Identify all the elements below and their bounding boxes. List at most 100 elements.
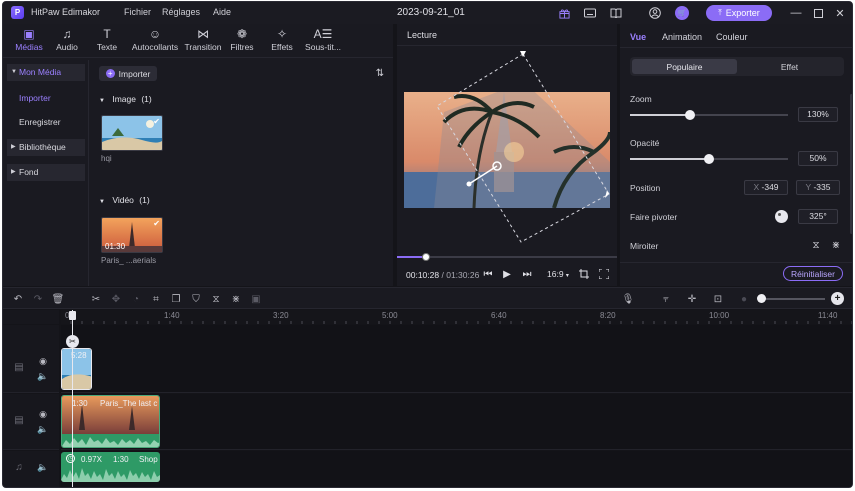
maximize-icon[interactable] [811, 6, 825, 20]
eye-icon[interactable]: ◉ [37, 355, 49, 367]
playback-progress[interactable] [397, 256, 617, 258]
undo-icon[interactable]: ↶ [11, 292, 25, 306]
segment-effet[interactable]: Effet [737, 59, 842, 74]
tab-sous-titres[interactable]: A☰ Sous-tit... [299, 27, 347, 57]
sidebar-item-fond[interactable]: ▶ Fond [7, 164, 85, 181]
rotate-value[interactable]: 325° [798, 209, 838, 224]
prev-frame-icon[interactable]: ⏮ [482, 267, 494, 281]
snap-icon[interactable]: ⫧ [659, 292, 673, 306]
aspect-ratio-select[interactable]: 16:9 ▾ [547, 269, 569, 279]
split-view-icon[interactable]: ✛ [685, 292, 699, 306]
sort-icon[interactable]: ⇅ [373, 66, 387, 80]
image-clip[interactable]: 5:28 [61, 348, 92, 390]
duplicate-icon[interactable]: ❐ [169, 292, 183, 306]
film-icon: ▤ [14, 414, 24, 426]
zoom-slider-knob[interactable] [685, 110, 696, 120]
sidebar-item-enregistrer[interactable]: Enregistrer [7, 114, 85, 131]
eye-icon[interactable]: ◉ [37, 408, 49, 420]
redo-icon[interactable]: ↷ [31, 292, 45, 306]
gift-icon[interactable] [557, 6, 571, 20]
track-audio[interactable] [61, 451, 852, 487]
next-frame-icon[interactable]: ⏭ [521, 267, 533, 281]
check-icon: ✔ [153, 117, 160, 126]
zoom-value[interactable]: 130% [798, 107, 838, 122]
ruler-label: 3:20 [273, 311, 289, 320]
tab-vue[interactable]: Vue [630, 32, 646, 42]
tab-label: Autocollants [131, 42, 179, 52]
media-thumb-video[interactable]: ✔ 01:30 [101, 217, 163, 253]
transform-box[interactable] [397, 46, 617, 256]
playback-knob[interactable] [421, 253, 430, 261]
opacity-slider-knob[interactable] [704, 154, 714, 164]
speed-icon: ◷ [66, 454, 75, 463]
aspect-value: 16:9 [547, 269, 564, 279]
divider [620, 47, 852, 48]
move-icon[interactable]: ✥ [109, 292, 123, 306]
microphone-icon[interactable]: 🎙 [621, 292, 635, 306]
menu-fichier[interactable]: Fichier [124, 7, 151, 17]
flip-vertical-icon[interactable]: ⋇ [830, 239, 842, 251]
export-button[interactable]: ⤒ Exporter [706, 5, 772, 21]
position-y-field[interactable]: Y -335 [796, 180, 840, 195]
menu-aide[interactable]: Aide [213, 7, 231, 17]
timeline-zoom-knob[interactable] [757, 294, 766, 303]
close-icon[interactable]: ✕ [833, 6, 847, 20]
video-clip[interactable]: 1:30 Paris_The last c [61, 395, 160, 448]
media-library: + Importer ⇅ ▼ Image (1) ✔ hqi ▼ Vidéo (… [91, 60, 393, 286]
opacity-value[interactable]: 50% [798, 151, 838, 166]
sidebar-item-mon-media[interactable]: ▼ Mon Média [7, 64, 85, 81]
split-playhead-icon[interactable]: ✂ [66, 335, 79, 348]
book-icon[interactable] [609, 6, 623, 20]
sidebar-item-bibliotheque[interactable]: ▶ Bibliothèque [7, 139, 85, 156]
tab-couleur[interactable]: Couleur [716, 32, 748, 42]
playhead-handle[interactable] [69, 311, 76, 320]
tab-texte[interactable]: T Texte [84, 27, 130, 57]
zoom-in-icon[interactable]: + [831, 292, 844, 305]
flip-horizontal-icon[interactable]: ⧖ [810, 239, 822, 251]
shield-icon[interactable]: ⛉ [189, 292, 203, 306]
split-icon[interactable]: ✂ [89, 292, 103, 306]
group-video[interactable]: ▼ Vidéo (1) [99, 195, 150, 205]
zoom-label: Zoom [630, 94, 652, 104]
import-button[interactable]: + Importer [99, 66, 157, 81]
crop-tool-icon[interactable]: ⌗ [149, 292, 163, 306]
position-x-field[interactable]: X -349 [744, 180, 788, 195]
freeze-icon[interactable]: ▣ [249, 292, 263, 306]
speaker-icon[interactable]: 🔈 [37, 423, 49, 435]
video-clip-duration: 1:30 [72, 399, 88, 408]
keyboard-icon[interactable] [583, 6, 597, 20]
segment-populaire[interactable]: Populaire [632, 59, 737, 74]
rotate-dial[interactable] [775, 210, 788, 223]
reset-button[interactable]: Réinitialiser [783, 266, 843, 281]
dial-marker [778, 213, 781, 216]
zoom-out-icon[interactable]: ● [737, 292, 751, 306]
opacity-slider-fill [630, 158, 709, 160]
minimize-icon[interactable]: — [789, 6, 803, 20]
fullscreen-icon[interactable] [598, 267, 610, 281]
scrollbar[interactable] [850, 94, 852, 234]
tab-animation[interactable]: Animation [662, 32, 702, 42]
track-video[interactable] [61, 394, 852, 450]
speaker-icon[interactable]: 🔈 [37, 461, 49, 473]
tab-label: Médias [15, 42, 43, 52]
speaker-icon[interactable]: 🔈 [37, 370, 49, 382]
flip-tool-icon[interactable]: ⋇ [229, 292, 243, 306]
fit-timeline-icon[interactable]: ⊡ [711, 292, 725, 306]
mirror-tool-icon[interactable]: ⧖ [209, 292, 223, 306]
track-image[interactable] [61, 325, 852, 393]
group-image[interactable]: ▼ Image (1) [99, 94, 152, 104]
tab-autocollants[interactable]: ☺ Autocollants [127, 27, 183, 57]
timeline-zoom-slider[interactable] [759, 298, 825, 300]
play-icon[interactable]: ▶ [501, 267, 513, 281]
sidebar-item-importer[interactable]: Importer [7, 90, 85, 107]
crop-icon[interactable] [578, 267, 590, 281]
tab-label: Filtres [230, 42, 254, 52]
delete-icon[interactable]: 🗑 [51, 292, 65, 306]
menu-reglages[interactable]: Réglages [162, 7, 200, 17]
media-thumb-image[interactable]: ✔ [101, 115, 163, 151]
audio-clip[interactable]: ◷ 0.97X 1:30 Shop [61, 452, 160, 482]
cart-icon[interactable]: 🛒 [675, 6, 689, 20]
rotate-label: Faire pivoter [630, 212, 678, 222]
account-icon[interactable] [648, 6, 662, 20]
speed-icon[interactable]: ◔ [129, 292, 143, 306]
